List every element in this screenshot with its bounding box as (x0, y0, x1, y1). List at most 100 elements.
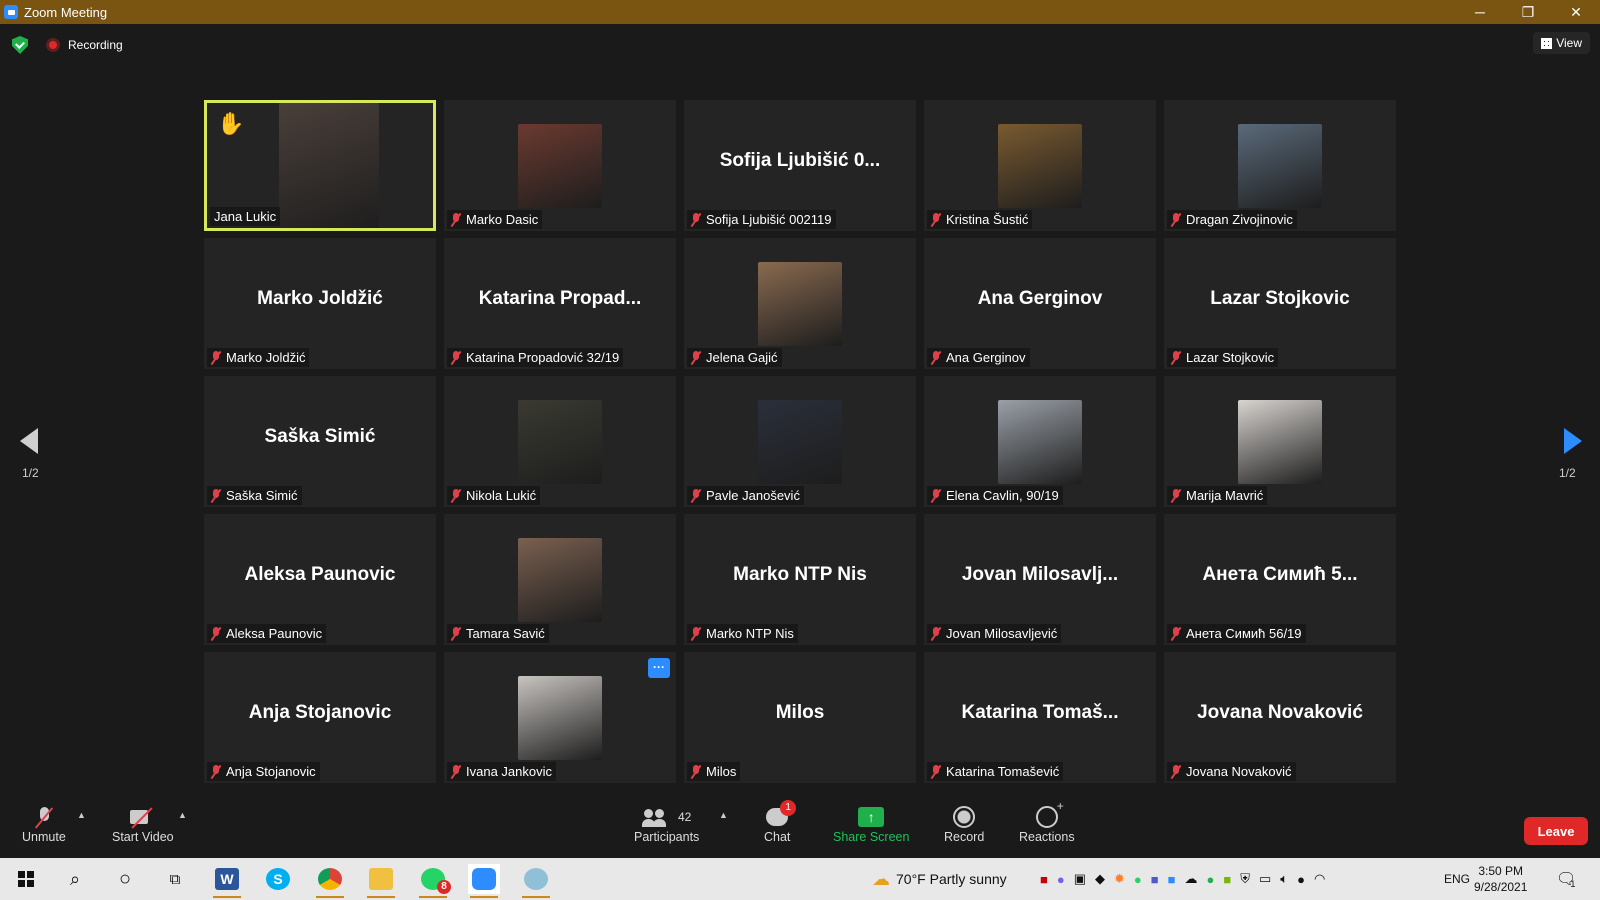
restore-button[interactable]: ❐ (1504, 0, 1552, 24)
weather-widget[interactable]: ☁ 70°F Partly sunny (872, 858, 1007, 900)
audio-options-caret-icon[interactable]: ▲ (77, 810, 86, 820)
tray-device-icon[interactable]: ▣ (1074, 871, 1086, 887)
windows-taskbar: ⌕ ○ ⧉ W S 8 ☁ 70°F Partly sunny ■ ● ▣ ◆ … (0, 858, 1600, 900)
recording-indicator[interactable]: Recording (46, 38, 123, 52)
viber-icon[interactable]: ● (1057, 872, 1065, 887)
taskbar-clock[interactable]: 3:50 PM 9/28/2021 (1474, 863, 1527, 895)
tray-green-icon[interactable]: ● (1207, 872, 1215, 887)
tray-whatsapp-icon[interactable]: ● (1134, 872, 1142, 887)
participant-tile[interactable]: Jovan Milosavlj... Jovan Milosavljević (924, 514, 1156, 645)
next-page-arrow-icon[interactable] (1564, 428, 1582, 454)
participant-display-name: Anja Stojanovic (248, 702, 392, 723)
weather-text: 70°F Partly sunny (896, 871, 1007, 887)
paint-app-icon[interactable] (520, 864, 552, 898)
participant-tile[interactable]: Tamara Savić (444, 514, 676, 645)
word-app-icon[interactable]: W (211, 864, 243, 898)
participant-tile[interactable]: Katarina Tomaš... Katarina Tomašević (924, 652, 1156, 783)
participant-tile[interactable]: Saška Simić Saška Simić (204, 376, 436, 507)
onedrive-icon[interactable]: ☁ (1185, 871, 1198, 887)
participant-name: Kristina Šustić (946, 212, 1029, 227)
language-indicator[interactable]: ENG (1444, 858, 1470, 900)
clock-date: 9/28/2021 (1474, 880, 1528, 894)
participant-name: Jana Lukic (214, 209, 277, 224)
participant-name: Ana Gerginov (946, 350, 1026, 365)
participant-tile[interactable]: Katarina Propad... Katarina Propadović 32… (444, 238, 676, 369)
participant-tile[interactable]: Pavle Janošević (684, 376, 916, 507)
participant-name-label: Tamara Savić (447, 624, 549, 643)
participant-tile[interactable]: ··· Ivana Jankovic (444, 652, 676, 783)
notification-icon[interactable]: 🗨︎ 1 (1556, 858, 1576, 900)
zoom-app-taskbar-icon[interactable] (468, 864, 500, 898)
page-indicator-left: 1/2 (22, 466, 39, 480)
whatsapp-app-icon[interactable]: 8 (417, 864, 451, 898)
search-icon[interactable]: ⌕ (59, 864, 91, 894)
participant-tile[interactable]: Ana Gerginov Ana Gerginov (924, 238, 1156, 369)
participant-tile[interactable]: Kristina Šustić (924, 100, 1156, 231)
reactions-label: Reactions (1019, 830, 1075, 844)
participant-tile[interactable]: Анета Симић 5... Анета Симић 56/19 (1164, 514, 1396, 645)
start-button[interactable] (10, 864, 42, 894)
share-screen-button[interactable]: ↑ Share Screen (833, 804, 909, 844)
close-button[interactable]: ✕ (1552, 0, 1600, 24)
battery-icon[interactable]: ▭ (1259, 871, 1271, 887)
participant-tile[interactable]: Jovana Novaković Jovana Novaković (1164, 652, 1396, 783)
chrome-app-icon[interactable] (314, 864, 346, 898)
participant-tile[interactable]: ✋ Jana Lukic (204, 100, 436, 231)
unmute-button[interactable]: Unmute (22, 804, 66, 844)
muted-microphone-icon (37, 807, 51, 827)
view-button[interactable]: View (1533, 32, 1590, 54)
participant-photo (998, 400, 1082, 484)
participant-tile[interactable]: Anja Stojanovic Anja Stojanovic (204, 652, 436, 783)
reactions-button[interactable]: Reactions (1019, 799, 1075, 844)
participant-tile[interactable]: Aleksa Paunovic Aleksa Paunovic (204, 514, 436, 645)
participant-tile[interactable]: Dragan Zivojinovic (1164, 100, 1396, 231)
previous-page-arrow-icon[interactable] (20, 428, 38, 454)
security-shield-icon[interactable] (12, 36, 28, 54)
record-button[interactable]: Record (944, 804, 984, 844)
participant-photo (1238, 124, 1322, 208)
notification-badge: 1 (1570, 879, 1576, 889)
participant-tile[interactable]: Lazar Stojkovic Lazar Stojkovic (1164, 238, 1396, 369)
participant-tile[interactable]: Jelena Gajić (684, 238, 916, 369)
grid-icon (1541, 37, 1553, 49)
cortana-circle-icon[interactable]: ○ (109, 864, 141, 894)
participant-tile[interactable]: Sofija Ljubišić 0... Sofija Ljubišić 0021… (684, 100, 916, 231)
participant-name: Katarina Propadović 32/19 (466, 350, 620, 365)
wifi-icon[interactable]: ◠ (1314, 871, 1325, 887)
participants-caret-icon[interactable]: ▲ (719, 810, 728, 820)
participant-tile[interactable]: Marko NTP Nis Marko NTP Nis (684, 514, 916, 645)
defender-shield-icon[interactable]: ⛨ (1240, 871, 1250, 887)
participant-name: Tamara Savić (466, 626, 545, 641)
participant-name-label: Dragan Zivojinovic (1167, 210, 1297, 229)
minimize-button[interactable]: ─ (1456, 0, 1504, 24)
nvidia-icon[interactable]: ■ (1223, 872, 1231, 887)
video-options-caret-icon[interactable]: ▲ (178, 810, 187, 820)
participant-display-name: Sofija Ljubišić 0... (719, 150, 881, 171)
start-video-button[interactable]: Start Video (112, 804, 174, 844)
participant-name-label: Aleksa Paunovic (207, 624, 327, 643)
teams-icon[interactable]: ■ (1151, 872, 1159, 887)
tray-gamepad-icon[interactable]: ◆ (1095, 871, 1105, 887)
participant-tile[interactable]: Marija Mavrić (1164, 376, 1396, 507)
tray-zoom-icon[interactable]: ■ (1168, 872, 1176, 887)
participant-tile[interactable]: Marko Joldžić Marko Joldžić (204, 238, 436, 369)
task-view-icon[interactable]: ⧉ (159, 864, 191, 894)
participant-name: Saška Simić (226, 488, 298, 503)
participant-name-label: Kristina Šustić (927, 210, 1033, 229)
start-video-label: Start Video (112, 830, 174, 844)
microphone-tray-icon[interactable]: ● (1297, 872, 1305, 887)
leave-button[interactable]: Leave (1524, 817, 1588, 845)
volume-icon[interactable]: 🔈︎ (1280, 871, 1288, 887)
skype-app-icon[interactable]: S (262, 864, 294, 894)
file-explorer-icon[interactable] (365, 864, 397, 898)
participant-tile[interactable]: Milos Milos (684, 652, 916, 783)
chat-button[interactable]: 1 Chat (764, 800, 797, 844)
participant-tile[interactable]: Nikola Lukić (444, 376, 676, 507)
participants-button[interactable]: 42 Participants (634, 804, 699, 844)
participant-name: Marko Dasic (466, 212, 539, 227)
participant-tile[interactable]: Marko Dasic (444, 100, 676, 231)
tray-avast-icon[interactable]: ✹ (1114, 871, 1125, 887)
participant-tile[interactable]: Elena Cavlin, 90/19 (924, 376, 1156, 507)
tray-app-icon[interactable]: ■ (1040, 872, 1048, 887)
more-options-button[interactable]: ··· (648, 658, 670, 678)
